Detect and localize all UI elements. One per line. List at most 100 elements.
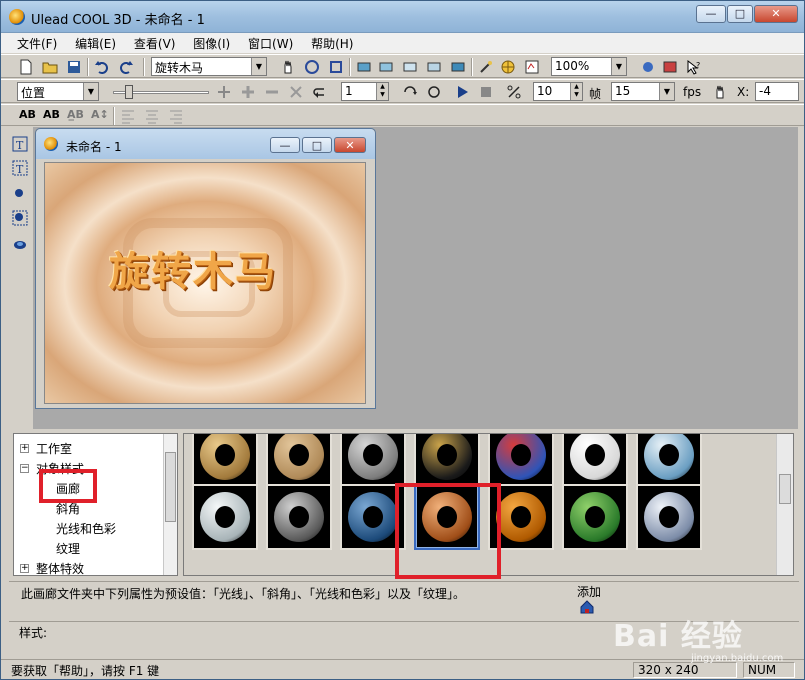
- silver-bolt-donut-thumb[interactable]: [340, 434, 406, 488]
- pearl-blue-donut-thumb[interactable]: [636, 434, 702, 488]
- expand-icon[interactable]: +: [20, 564, 29, 573]
- tree-item-light-color[interactable]: 光线和色彩: [56, 520, 116, 537]
- add-frame-icon[interactable]: [239, 83, 257, 101]
- remove-frame-icon[interactable]: [263, 83, 281, 101]
- donut-hole: [511, 444, 531, 466]
- collapse-icon[interactable]: −: [20, 464, 29, 473]
- zoom-combo[interactable]: 100% ▼: [551, 57, 627, 76]
- menu-window[interactable]: 窗口(W): [241, 33, 300, 54]
- align-right-icon[interactable]: [167, 107, 185, 125]
- doc-minimize-button[interactable]: —: [270, 137, 300, 153]
- rotate-hand-icon[interactable]: [303, 58, 321, 76]
- open-folder-icon[interactable]: [41, 58, 59, 76]
- x-input[interactable]: -4: [755, 82, 799, 101]
- text-combo[interactable]: 旋转木马 ▼: [151, 57, 267, 76]
- align-left-icon[interactable]: [119, 107, 137, 125]
- minimize-button[interactable]: —: [696, 5, 726, 23]
- fps-value: 15: [615, 84, 631, 98]
- doc-maximize-button[interactable]: □: [302, 137, 332, 153]
- save-icon[interactable]: [65, 58, 83, 76]
- text-italic-button[interactable]: AB: [43, 108, 60, 121]
- gold-studded-donut-thumb[interactable]: [192, 434, 258, 488]
- view-front-icon[interactable]: [355, 58, 373, 76]
- menu-view[interactable]: 查看(V): [127, 33, 183, 54]
- globe-icon[interactable]: [499, 58, 517, 76]
- loop-icon[interactable]: [401, 83, 419, 101]
- tree-scrollbar[interactable]: [163, 434, 177, 575]
- fps-combo[interactable]: 15 ▼: [611, 82, 675, 101]
- edit-graphic-icon[interactable]: [11, 209, 29, 227]
- colorful-donut-thumb[interactable]: [488, 434, 554, 488]
- white-donut-thumb[interactable]: [562, 434, 628, 488]
- frames-spinner[interactable]: 10 ▲ ▼: [533, 82, 583, 101]
- tree-item-studio[interactable]: 工作室: [36, 440, 72, 457]
- frame-spinner[interactable]: 1 ▲ ▼: [341, 82, 389, 101]
- menu-file[interactable]: 文件(F): [10, 33, 64, 54]
- close-button[interactable]: ✕: [754, 5, 798, 23]
- properties-icon[interactable]: [523, 58, 541, 76]
- black-gold-donut-thumb[interactable]: [414, 434, 480, 488]
- frame-value: 1: [345, 84, 353, 98]
- menu-help[interactable]: 帮助(H): [304, 33, 360, 54]
- green-donut-thumb[interactable]: [562, 484, 628, 550]
- hand-icon[interactable]: [711, 83, 729, 101]
- resize-icon[interactable]: [327, 58, 345, 76]
- chevron-down-icon[interactable]: ▼: [659, 83, 674, 100]
- tree-item-texture[interactable]: 纹理: [56, 540, 80, 557]
- timeline-slider[interactable]: [113, 84, 209, 100]
- delete-keyframe-icon[interactable]: [287, 83, 305, 101]
- undo-icon[interactable]: [93, 58, 111, 76]
- text-bold-button[interactable]: AB: [19, 108, 36, 121]
- canvas-3d-text[interactable]: 旋转木马: [109, 239, 277, 297]
- spinner-arrows-icon[interactable]: ▲ ▼: [570, 83, 582, 100]
- marble-donut-thumb[interactable]: [636, 484, 702, 550]
- chevron-down-icon[interactable]: ▼: [251, 58, 266, 75]
- menu-edit[interactable]: 编辑(E): [68, 33, 123, 54]
- tree-item-global-effects[interactable]: 整体特效: [36, 560, 84, 577]
- object-toolbar: T T: [9, 131, 31, 431]
- align-center-icon[interactable]: [143, 107, 161, 125]
- app-window: Ulead COOL 3D - 未命名 - 1 — □ ✕ 文件(F) 编辑(E…: [0, 0, 805, 680]
- chevron-down-icon[interactable]: ▼: [611, 58, 626, 75]
- add-button[interactable]: 添加: [575, 583, 615, 619]
- preview-canvas[interactable]: 旋转木马: [44, 162, 366, 404]
- doc-close-button[interactable]: ✕: [334, 137, 366, 153]
- gallery-scrollbar[interactable]: [776, 434, 793, 575]
- insert-text-icon[interactable]: T: [11, 135, 29, 153]
- geometry-icon[interactable]: [11, 235, 29, 253]
- maximize-button[interactable]: □: [727, 5, 753, 23]
- new-file-icon[interactable]: [17, 58, 35, 76]
- edit-text-icon[interactable]: T: [11, 159, 29, 177]
- expand-icon[interactable]: +: [20, 444, 29, 453]
- view-side-icon[interactable]: [401, 58, 419, 76]
- text-spacing-button[interactable]: A̲B: [67, 108, 84, 121]
- scrollbar-thumb[interactable]: [779, 474, 791, 504]
- chrome-donut-thumb[interactable]: [266, 484, 332, 550]
- context-help-icon[interactable]: ?: [685, 58, 703, 76]
- redo-icon[interactable]: [117, 58, 135, 76]
- magic-wand-icon[interactable]: [477, 58, 495, 76]
- add-keyframe-icon[interactable]: [215, 83, 233, 101]
- menu-image[interactable]: 图像(I): [186, 33, 237, 54]
- insert-graphic-icon[interactable]: [11, 185, 29, 203]
- view-bottom-icon[interactable]: [449, 58, 467, 76]
- baidu-watermark: Bai 经验: [613, 619, 743, 654]
- mode-combo[interactable]: 位置 ▼: [17, 82, 99, 101]
- refresh-icon[interactable]: [425, 83, 443, 101]
- play-icon[interactable]: [453, 83, 471, 101]
- scrollbar-thumb[interactable]: [165, 452, 176, 522]
- preview-icon[interactable]: [661, 58, 679, 76]
- slider-thumb[interactable]: [125, 85, 133, 99]
- text-vertical-button[interactable]: A↕: [91, 108, 109, 121]
- chevron-down-icon[interactable]: ▼: [83, 83, 98, 100]
- view-back-icon[interactable]: [425, 58, 443, 76]
- rivet-gold-donut-thumb[interactable]: [266, 434, 332, 488]
- stop-icon[interactable]: [477, 83, 495, 101]
- pearl-white-donut-thumb[interactable]: [192, 484, 258, 550]
- percent-icon[interactable]: [505, 83, 523, 101]
- hand-move-icon[interactable]: [279, 58, 297, 76]
- render-icon[interactable]: [639, 58, 657, 76]
- view-top-icon[interactable]: [377, 58, 395, 76]
- spinner-arrows-icon[interactable]: ▲ ▼: [376, 83, 388, 100]
- reverse-icon[interactable]: [311, 83, 329, 101]
